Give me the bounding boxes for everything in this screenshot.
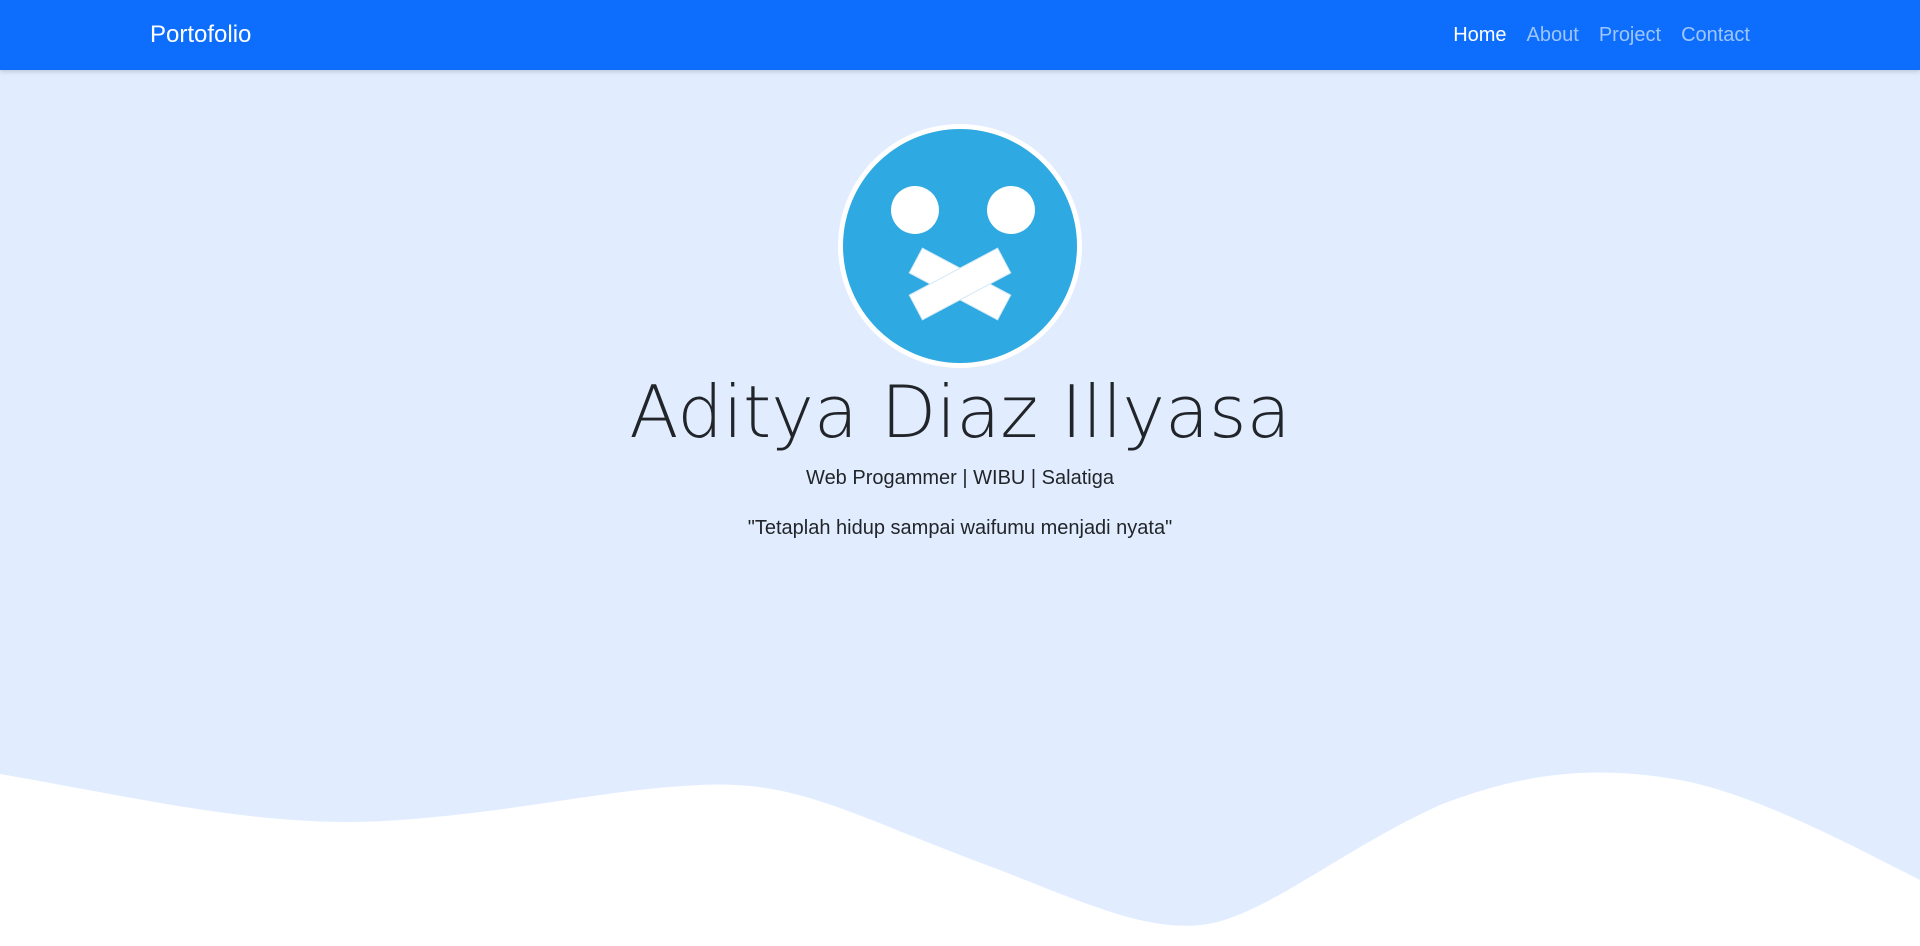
hero-subtitle: Web Progammer | WIBU | Salatiga	[806, 467, 1114, 489]
hero-section: Aditya Diaz Illyasa Web Progammer | WIBU…	[0, 70, 1920, 946]
hero-name: Aditya Diaz Illyasa	[629, 370, 1291, 454]
nav-link-about[interactable]: About	[1517, 24, 1589, 47]
taped-mouth-face-icon	[838, 124, 1082, 368]
hero-quote: "Tetaplah hidup sampai waifumu menjadi n…	[747, 517, 1173, 539]
navbar: Portofolio Home About Project Contact	[0, 0, 1920, 70]
nav-links: Home About Project Contact	[1443, 0, 1760, 70]
nav-link-home[interactable]: Home	[1443, 24, 1516, 47]
navbar-brand[interactable]: Portofolio	[150, 0, 251, 70]
nav-link-project[interactable]: Project	[1589, 24, 1671, 47]
nav-link-contact[interactable]: Contact	[1671, 24, 1760, 47]
